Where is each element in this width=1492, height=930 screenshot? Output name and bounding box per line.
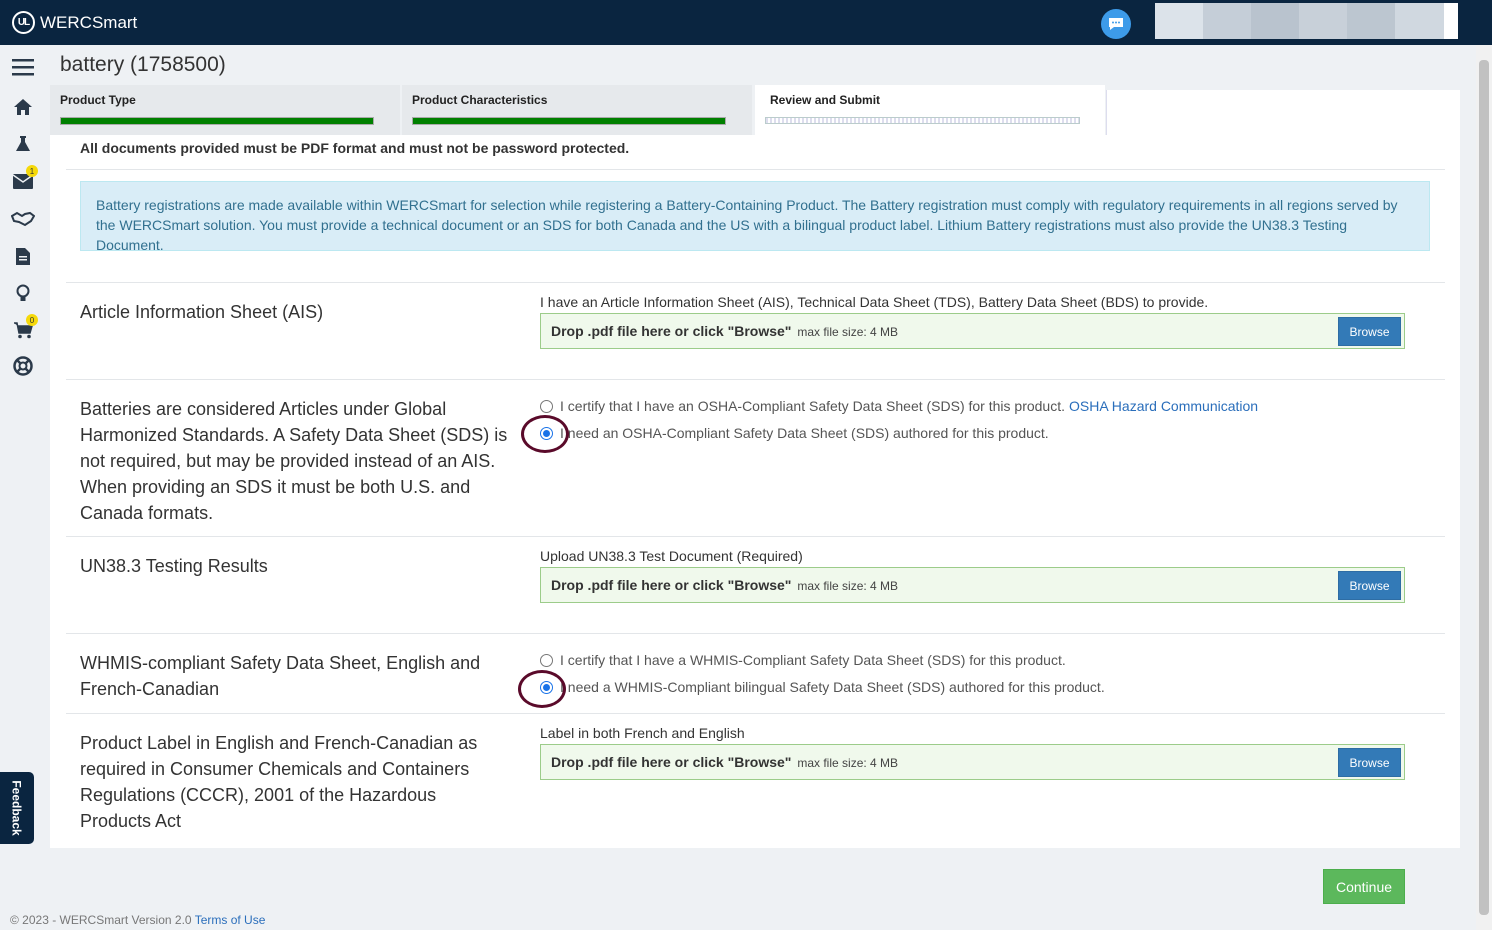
product-label-label: Product Label in English and French-Cana…	[80, 733, 478, 831]
un383-label: UN38.3 Testing Results	[80, 556, 268, 576]
sds-option-need[interactable]: I need an OSHA-Compliant Safety Data She…	[540, 425, 1049, 441]
product-label-field-label: Label in both French and English	[540, 725, 745, 741]
page-title: battery (1758500)	[60, 53, 226, 76]
highlight-circle	[518, 670, 566, 708]
sds-have-radio[interactable]	[540, 399, 553, 413]
sds-option-have[interactable]: I certify that I have an OSHA-Compliant …	[540, 398, 1258, 414]
tab-progress-bar	[412, 117, 726, 125]
tab-label: Product Type	[60, 93, 136, 107]
sds-need-text: I need an OSHA-Compliant Safety Data She…	[560, 425, 1049, 441]
divider	[66, 633, 1445, 634]
un383-dropzone[interactable]: Drop .pdf file here or click "Browse" ma…	[540, 567, 1405, 603]
handshake-icon[interactable]	[10, 207, 36, 231]
app-name: WERCSmart	[40, 12, 138, 32]
sds-label: Batteries are considered Articles under …	[80, 399, 508, 523]
lifebuoy-icon[interactable]	[10, 354, 36, 378]
tab-progress-bar	[60, 117, 374, 125]
info-alert: Battery registrations are made available…	[80, 181, 1430, 253]
dropzone-size: max file size: 4 MB	[797, 579, 899, 593]
chat-button[interactable]	[1101, 9, 1131, 39]
tab-review-and-submit[interactable]: Review and Submit	[755, 85, 1105, 135]
continue-button[interactable]: Continue	[1323, 869, 1405, 904]
whmis-have-radio[interactable]	[540, 653, 553, 667]
divider	[66, 169, 1445, 170]
home-icon[interactable]	[10, 95, 36, 119]
divider	[66, 282, 1445, 283]
footer: © 2023 - WERCSmart Version 2.0 Terms of …	[10, 913, 265, 927]
tab-product-type[interactable]: Product Type	[50, 85, 400, 135]
whmis-option-need[interactable]: I need a WHMIS-Compliant bilingual Safet…	[540, 679, 1105, 695]
dropzone-size: max file size: 4 MB	[797, 325, 899, 339]
pdf-notice: All documents provided must be PDF forma…	[80, 140, 630, 156]
menu-icon[interactable]	[10, 55, 36, 79]
divider	[66, 536, 1445, 537]
app-logo[interactable]: UL WERCSmart	[12, 11, 137, 34]
top-bar: UL WERCSmart	[0, 0, 1492, 45]
osha-hazard-link[interactable]: OSHA Hazard Communication	[1069, 398, 1258, 414]
document-icon[interactable]	[10, 244, 36, 268]
divider	[66, 713, 1445, 714]
feedback-label: Feedback	[10, 780, 25, 836]
tab-progress-bar	[765, 117, 1080, 124]
ul-logo-icon: UL	[12, 11, 35, 34]
tab-label: Product Characteristics	[412, 93, 548, 107]
tab-label: Review and Submit	[770, 93, 881, 107]
chat-bubble-icon	[1109, 18, 1123, 30]
terms-of-use-link[interactable]: Terms of Use	[195, 913, 266, 927]
scrollbar-thumb[interactable]	[1479, 60, 1489, 915]
ais-browse-button[interactable]: Browse	[1338, 317, 1401, 346]
footer-text: © 2023 - WERCSmart Version 2.0	[10, 913, 192, 927]
divider	[66, 379, 1445, 380]
dropzone-text: Drop .pdf file here or click "Browse"	[551, 323, 792, 339]
ais-dropzone[interactable]: Drop .pdf file here or click "Browse" ma…	[540, 313, 1405, 349]
product-label-dropzone[interactable]: Drop .pdf file here or click "Browse" ma…	[540, 744, 1405, 780]
sds-have-text: I certify that I have an OSHA-Compliant …	[560, 398, 1065, 414]
page-scrollbar[interactable]	[1476, 45, 1492, 930]
dropzone-size: max file size: 4 MB	[797, 756, 899, 770]
un383-field-label: Upload UN38.3 Test Document (Required)	[540, 548, 803, 564]
mail-badge: 1	[26, 165, 38, 177]
tab-product-characteristics[interactable]: Product Characteristics	[402, 85, 752, 135]
ais-field-label: I have an Article Information Sheet (AIS…	[540, 294, 1209, 310]
highlight-circle	[521, 415, 569, 453]
whmis-need-text: I need a WHMIS-Compliant bilingual Safet…	[560, 679, 1105, 695]
cart-badge: 0	[26, 314, 38, 326]
whmis-option-have[interactable]: I certify that I have a WHMIS-Compliant …	[540, 652, 1066, 668]
mail-icon[interactable]: 1	[10, 165, 38, 193]
dropzone-text: Drop .pdf file here or click "Browse"	[551, 754, 792, 770]
flask-icon[interactable]	[10, 132, 36, 156]
cart-icon[interactable]: 0	[10, 314, 38, 342]
ais-label: Article Information Sheet (AIS)	[80, 302, 324, 322]
product-label-browse-button[interactable]: Browse	[1338, 748, 1401, 777]
lightbulb-icon[interactable]	[10, 281, 36, 305]
feedback-tab[interactable]: Feedback	[0, 772, 34, 844]
user-menu[interactable]	[1155, 3, 1458, 39]
tab-filler	[1106, 90, 1460, 136]
whmis-have-text: I certify that I have a WHMIS-Compliant …	[560, 652, 1066, 668]
whmis-label: WHMIS-compliant Safety Data Sheet, Engli…	[80, 653, 481, 699]
dropzone-text: Drop .pdf file here or click "Browse"	[551, 577, 792, 593]
un383-browse-button[interactable]: Browse	[1338, 571, 1401, 600]
